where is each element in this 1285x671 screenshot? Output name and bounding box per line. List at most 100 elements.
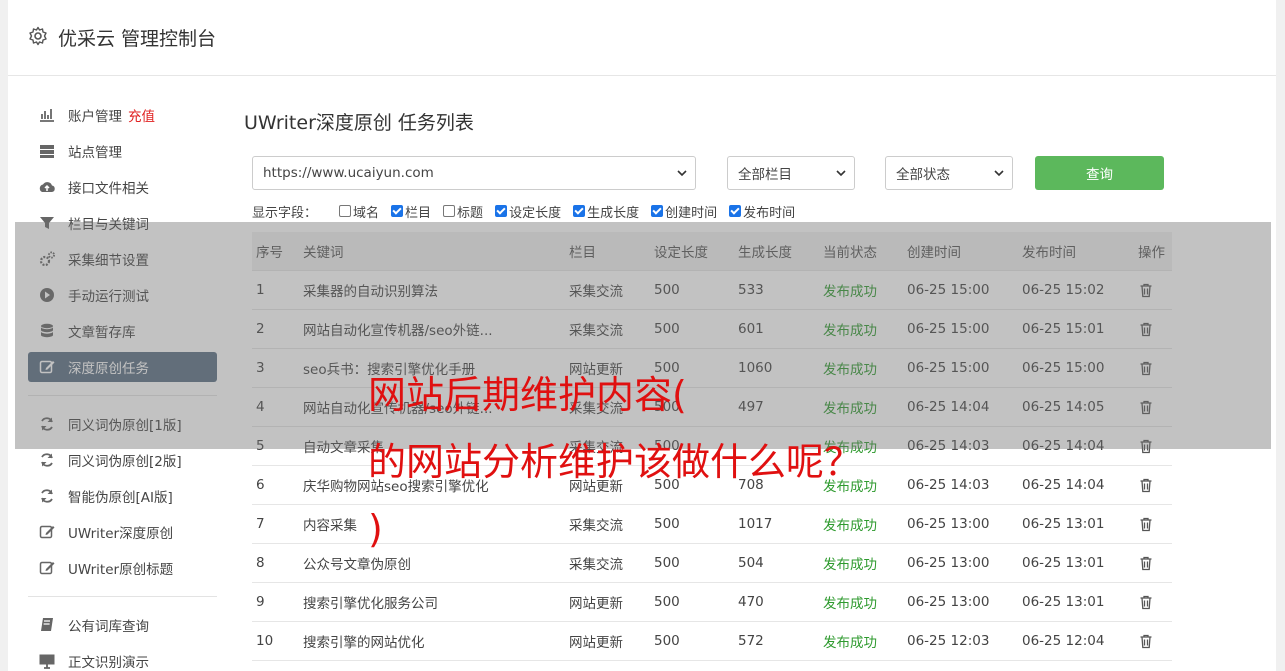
display-fields: 显示字段： 域名 栏目 标题 设定长度 生成长度 创建时间 发布时间: [252, 202, 807, 221]
table-header-row: 序号 关键词 栏目 设定长度 生成长度 当前状态 创建时间 发布时间 操作: [252, 232, 1172, 271]
sidebar-item[interactable]: 智能伪原创[AI版]: [28, 481, 217, 511]
trash-icon[interactable]: [1138, 555, 1154, 571]
column-select[interactable]: 全部栏目: [727, 156, 855, 190]
trash-icon[interactable]: [1138, 477, 1154, 493]
table-cell: 572: [734, 621, 819, 661]
status-select[interactable]: 全部状态: [885, 156, 1013, 190]
table-cell: 2: [252, 309, 299, 349]
bar-chart-icon: [40, 109, 54, 122]
checkbox[interactable]: [573, 205, 586, 217]
trash-icon[interactable]: [1138, 321, 1154, 337]
trash-icon[interactable]: [1138, 399, 1154, 415]
chevron-down-icon: [994, 170, 1004, 177]
trash-icon[interactable]: [1138, 633, 1154, 649]
field-toggle-label: 设定长度: [509, 205, 562, 221]
table-cell: 9: [252, 582, 299, 622]
table-cell: 601: [734, 309, 819, 349]
field-toggle-label: 发布时间: [743, 205, 796, 221]
field-toggle[interactable]: 发布时间: [729, 202, 795, 221]
delete-cell: [1134, 582, 1172, 622]
table-cell: 4: [252, 387, 299, 427]
delete-cell: [1134, 504, 1172, 544]
field-toggle[interactable]: 生成长度: [573, 202, 639, 221]
field-toggle[interactable]: 创建时间: [651, 202, 717, 221]
column-header: 设定长度: [650, 232, 734, 271]
column-header: 发布时间: [1018, 232, 1134, 271]
edit-icon: [39, 525, 55, 539]
table-cell: 3: [252, 348, 299, 388]
delete-cell: [1134, 621, 1172, 661]
server-icon: [40, 145, 54, 158]
trash-icon[interactable]: [1138, 360, 1154, 376]
table-cell: 06-25 13:00: [903, 582, 1018, 622]
table-cell: 06-25 15:00: [903, 270, 1018, 310]
sidebar-item[interactable]: 同义词伪原创[2版]: [28, 445, 217, 475]
sidebar-item-label: 栏目与关键词: [68, 217, 149, 233]
field-toggle[interactable]: 栏目: [391, 202, 431, 221]
sidebar-item[interactable]: 接口文件相关: [28, 172, 217, 202]
trash-icon[interactable]: [1138, 516, 1154, 532]
delete-cell: [1134, 465, 1172, 505]
sidebar-item[interactable]: 公有词库查询: [28, 610, 217, 640]
sidebar-item-label: 智能伪原创[AI版]: [68, 490, 173, 506]
checkbox[interactable]: [443, 205, 456, 217]
table-cell: 网站自动化宣传机器/seo外链...: [299, 309, 565, 349]
play-circle-icon: [40, 288, 54, 302]
sidebar-item[interactable]: 采集细节设置: [28, 244, 217, 274]
cloud-upload-icon: [39, 182, 55, 192]
table-cell: 10: [252, 621, 299, 661]
table-cell: 06-25 12:04: [1018, 621, 1134, 661]
headline-line-3: ): [368, 507, 383, 551]
table-cell: 网站更新: [565, 621, 650, 661]
table-cell: 06-25 13:01: [1018, 582, 1134, 622]
sidebar-item[interactable]: 文章暂存库: [28, 316, 217, 346]
refresh-icon: [41, 417, 53, 431]
column-header: 创建时间: [903, 232, 1018, 271]
sidebar-item-label: 站点管理: [68, 145, 122, 161]
database-icon: [41, 323, 53, 338]
chevron-down-icon: [677, 170, 687, 177]
checkbox[interactable]: [391, 205, 404, 217]
sidebar-item[interactable]: 手动运行测试: [28, 280, 217, 310]
table-cell: 发布成功: [819, 270, 903, 310]
sidebar-item[interactable]: 账户管理 充值: [28, 100, 217, 130]
table-cell: 06-25 14:04: [1018, 465, 1134, 505]
table-row: 2 网站自动化宣传机器/seo外链... 采集交流 500 601 发布成功 06-25 1…: [252, 309, 1172, 349]
sidebar-item[interactable]: 正文识别演示: [28, 646, 217, 671]
sidebar-item[interactable]: 深度原创任务: [28, 352, 217, 382]
trash-icon[interactable]: [1138, 594, 1154, 610]
sidebar-item-label: 深度原创任务: [68, 361, 149, 377]
sidebar-item[interactable]: 站点管理: [28, 136, 217, 166]
sidebar-item[interactable]: 栏目与关键词: [28, 208, 217, 238]
table-cell: 06-25 15:00: [903, 309, 1018, 349]
field-toggle-label: 域名: [353, 205, 380, 221]
field-toggle[interactable]: 设定长度: [495, 202, 561, 221]
book-icon: [41, 618, 53, 631]
column-header: 操作: [1134, 232, 1172, 271]
checkbox[interactable]: [651, 205, 664, 217]
delete-cell: [1134, 348, 1172, 388]
checkbox[interactable]: [339, 205, 352, 217]
checkbox[interactable]: [729, 205, 742, 217]
trash-icon[interactable]: [1138, 282, 1154, 298]
column-header: 栏目: [565, 232, 650, 271]
recharge-link[interactable]: 充值: [128, 105, 155, 125]
sidebar-item-label: UWriter原创标题: [68, 562, 174, 578]
checkbox[interactable]: [495, 205, 508, 217]
monitor-icon: [39, 654, 55, 669]
sidebar-item[interactable]: UWriter深度原创: [28, 517, 217, 547]
field-toggle-label: 创建时间: [665, 205, 718, 221]
sidebar-item[interactable]: 同义词伪原创[1版]: [28, 409, 217, 439]
field-toggle[interactable]: 标题: [443, 202, 483, 221]
query-button[interactable]: 查询: [1035, 156, 1164, 190]
trash-icon[interactable]: [1138, 438, 1154, 454]
field-toggle[interactable]: 域名: [339, 202, 379, 221]
filter-icon: [40, 217, 54, 229]
site-select[interactable]: https://www.ucaiyun.com: [252, 156, 696, 190]
column-header: 序号: [252, 232, 299, 271]
field-toggle-label: 栏目: [405, 205, 432, 221]
sidebar-item[interactable]: UWriter原创标题: [28, 553, 217, 583]
refresh-icon: [41, 453, 53, 467]
table-cell: 533: [734, 270, 819, 310]
table-cell: 搜索引擎的网站优化: [299, 621, 565, 661]
